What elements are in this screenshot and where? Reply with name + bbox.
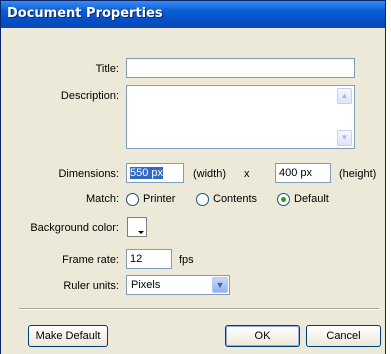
ok-button[interactable]: OK — [225, 325, 300, 347]
make-default-button[interactable]: Make Default — [28, 325, 108, 347]
frame-rate-unit: fps — [179, 254, 194, 266]
scroll-up-icon[interactable]: ▲ — [337, 88, 352, 104]
scroll-down-icon[interactable]: ▼ — [337, 130, 352, 146]
times-label: x — [244, 168, 250, 180]
swatch-dropdown-icon — [138, 231, 144, 234]
button-row-divider — [19, 308, 379, 310]
match-printer-label[interactable]: Printer — [143, 193, 175, 205]
radio-selected-dot-icon — [281, 197, 286, 202]
height-unit-label: (height) — [339, 168, 377, 180]
background-color-swatch[interactable] — [127, 217, 147, 237]
dialog-title: Document Properties — [7, 6, 163, 21]
frame-rate-input[interactable]: 12 — [126, 249, 172, 269]
frame-rate-value: 12 — [130, 253, 143, 265]
height-input[interactable]: 400 px — [275, 163, 331, 183]
title-input[interactable] — [126, 58, 355, 78]
match-contents-radio[interactable] — [196, 193, 209, 206]
ruler-units-value: Pixels — [131, 279, 161, 291]
document-properties-dialog: Document Properties Title: Description: … — [0, 0, 386, 354]
height-value: 400 px — [279, 167, 313, 179]
dimensions-label: Dimensions: — [58, 168, 119, 180]
frame-rate-label: Frame rate: — [62, 254, 119, 266]
match-printer-radio[interactable] — [126, 193, 139, 206]
width-value: 550 px — [130, 167, 164, 179]
description-label: Description: — [60, 90, 119, 102]
title-bar[interactable]: Document Properties — [1, 1, 385, 28]
ruler-units-label: Ruler units: — [63, 280, 119, 292]
match-default-label[interactable]: Default — [294, 193, 329, 205]
match-label: Match: — [85, 193, 119, 205]
cancel-button[interactable]: Cancel — [306, 325, 381, 347]
title-label: Title: — [95, 63, 119, 75]
match-contents-label[interactable]: Contents — [213, 193, 257, 205]
ruler-units-select[interactable]: Pixels ▼ — [126, 275, 230, 295]
description-textarea[interactable]: ▲ ▼ — [126, 85, 355, 149]
width-unit-label: (width) — [193, 168, 227, 180]
background-color-label: Background color: — [30, 222, 119, 234]
width-input[interactable]: 550 px — [126, 163, 184, 183]
match-default-radio[interactable] — [277, 193, 290, 206]
chevron-down-icon[interactable]: ▼ — [212, 277, 228, 293]
